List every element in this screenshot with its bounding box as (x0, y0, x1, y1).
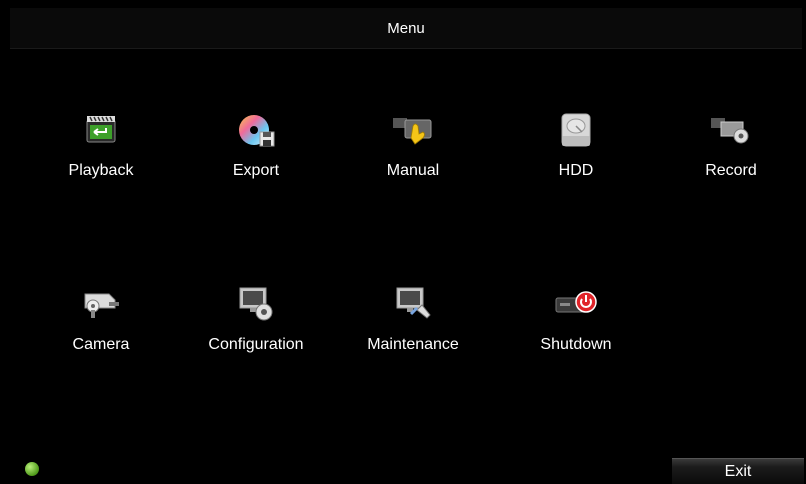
menu-item-shutdown[interactable]: Shutdown (511, 284, 641, 394)
bottom-bar: Exit (10, 446, 804, 484)
menu-item-label: HDD (558, 162, 594, 179)
menu-title: Menu (387, 19, 425, 37)
menu-item-label: Playback (68, 162, 134, 179)
title-bar: Menu (10, 8, 802, 49)
hdd-icon (561, 113, 591, 147)
menu-item-label: Configuration (208, 336, 304, 353)
maintenance-icon (396, 287, 431, 319)
shutdown-icon (555, 291, 597, 313)
menu-item-label: Manual (386, 162, 440, 179)
export-icon (239, 115, 275, 147)
exit-label: Exit (724, 463, 752, 480)
configuration-icon (239, 287, 273, 321)
menu-item-label: Shutdown (540, 336, 612, 353)
menu-grid: Playback Export Manual HDD Record Camera… (10, 50, 802, 446)
menu-item-export[interactable]: Export (191, 110, 321, 220)
menu-item-label: Record (705, 162, 757, 179)
menu-item-manual[interactable]: Manual (348, 110, 478, 220)
menu-item-label: Maintenance (367, 336, 459, 353)
menu-item-configuration[interactable]: Configuration (191, 284, 321, 394)
menu-item-camera[interactable]: Camera (36, 284, 166, 394)
menu-item-hdd[interactable]: HDD (511, 110, 641, 220)
menu-item-maintenance[interactable]: Maintenance (348, 284, 478, 394)
menu-item-label: Export (232, 162, 280, 179)
menu-item-label: Camera (72, 336, 130, 353)
camera-settings-icon (84, 293, 119, 318)
nvr-main-menu: Menu Playback Export Manual HDD Record C… (0, 0, 806, 484)
playback-icon (86, 116, 116, 143)
status-indicator-icon (25, 462, 39, 476)
menu-item-playback[interactable]: Playback (36, 110, 166, 220)
manual-record-icon (393, 118, 432, 145)
record-settings-icon (711, 118, 749, 144)
exit-button[interactable]: Exit (672, 458, 804, 484)
menu-item-record[interactable]: Record (666, 110, 796, 220)
